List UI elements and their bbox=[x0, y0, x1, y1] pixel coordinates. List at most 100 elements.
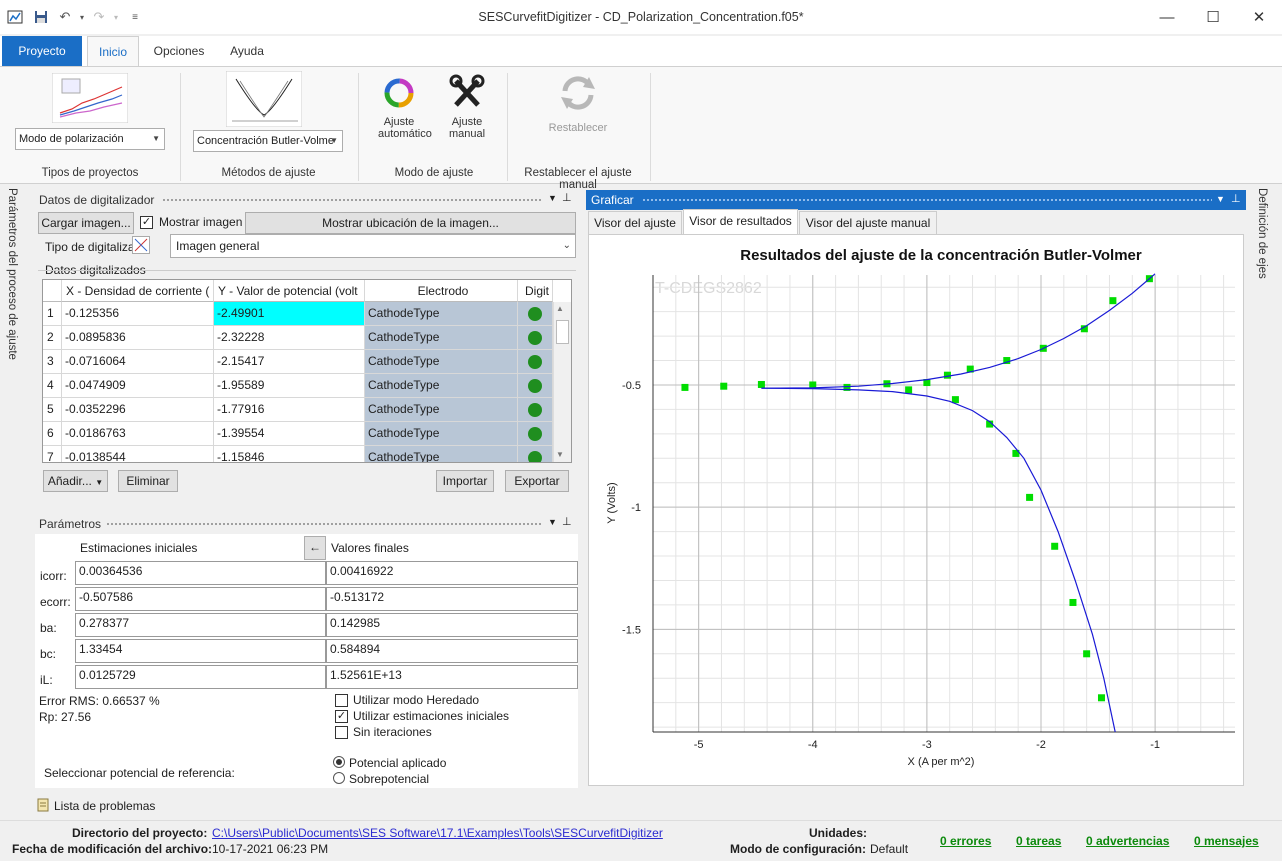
param-initial-input[interactable]: 0.00364536 bbox=[75, 561, 326, 585]
pin-icon[interactable]: ⊥ bbox=[562, 191, 572, 204]
delete-button[interactable]: Eliminar bbox=[118, 470, 178, 492]
col-header-digit[interactable]: Digit bbox=[518, 280, 553, 302]
tab-manual-fit-viewer[interactable]: Visor del ajuste manual bbox=[799, 211, 937, 235]
maximize-button[interactable]: ☐ bbox=[1190, 0, 1236, 34]
problems-list-tab[interactable]: Lista de problemas bbox=[54, 799, 155, 813]
cell-x-value[interactable]: -0.0352296 bbox=[62, 398, 214, 422]
cell-y-value[interactable]: -1.39554 bbox=[214, 422, 365, 446]
show-image-checkbox[interactable]: ✓ bbox=[140, 216, 153, 229]
scroll-up-icon[interactable]: ▲ bbox=[556, 304, 564, 313]
crosshair-icon[interactable] bbox=[132, 236, 150, 254]
tab-inicio[interactable]: Inicio bbox=[87, 36, 139, 66]
digitize-point-icon[interactable] bbox=[528, 355, 542, 369]
cell-electrode[interactable]: CathodeType bbox=[365, 326, 518, 350]
pin-icon[interactable]: ⊥ bbox=[562, 515, 572, 528]
load-image-button[interactable]: Cargar imagen... bbox=[38, 212, 134, 234]
cell-y-value[interactable]: -2.49901 bbox=[214, 302, 365, 326]
export-button[interactable]: Exportar bbox=[505, 470, 569, 492]
add-dropdown-button[interactable]: Añadir... ▼ bbox=[43, 470, 108, 492]
project-dir-link[interactable]: C:\Users\Public\Documents\SES Software\1… bbox=[212, 826, 663, 840]
inherit-mode-checkbox[interactable] bbox=[335, 694, 348, 707]
scroll-thumb[interactable] bbox=[556, 320, 569, 344]
cell-x-value[interactable]: -0.0474909 bbox=[62, 374, 214, 398]
cell-y-value[interactable]: -1.77916 bbox=[214, 398, 365, 422]
cell-digit[interactable] bbox=[518, 398, 553, 422]
digitize-type-select[interactable]: Imagen general ⌄ bbox=[170, 234, 576, 258]
cell-y-value[interactable]: -2.15417 bbox=[214, 350, 365, 374]
cell-y-value[interactable]: -1.15846 bbox=[214, 446, 365, 462]
tab-opciones[interactable]: Opciones bbox=[150, 36, 208, 66]
digitize-point-icon[interactable] bbox=[528, 451, 542, 462]
butler-volmer-thumbnail[interactable] bbox=[225, 70, 303, 128]
copy-final-to-initial-button[interactable]: ← bbox=[304, 536, 326, 560]
fit-method-select[interactable]: Concentración Butler-Volme ▼ bbox=[193, 130, 343, 152]
cell-electrode[interactable]: CathodeType bbox=[365, 446, 518, 462]
row-number[interactable]: 5 bbox=[43, 398, 62, 422]
scroll-down-icon[interactable]: ▼ bbox=[556, 450, 564, 459]
close-button[interactable]: ✕ bbox=[1236, 0, 1282, 34]
row-number[interactable]: 4 bbox=[43, 374, 62, 398]
cell-digit[interactable] bbox=[518, 350, 553, 374]
digitized-data-grid[interactable]: X - Densidad de corriente ( Y - Valor de… bbox=[42, 279, 572, 463]
cell-x-value[interactable]: -0.125356 bbox=[62, 302, 214, 326]
cell-digit[interactable] bbox=[518, 374, 553, 398]
row-number[interactable]: 7 bbox=[43, 446, 62, 462]
cell-electrode[interactable]: CathodeType bbox=[365, 422, 518, 446]
panel-menu-icon[interactable]: ▼ bbox=[548, 193, 557, 203]
cell-digit[interactable] bbox=[518, 422, 553, 446]
left-side-tab[interactable]: Parámetros del proceso de ajuste bbox=[6, 188, 18, 368]
tab-fit-viewer[interactable]: Visor del ajuste bbox=[588, 211, 682, 235]
no-iterations-checkbox[interactable] bbox=[335, 726, 348, 739]
grid-scrollbar[interactable]: ▲ ▼ bbox=[553, 302, 571, 462]
param-initial-input[interactable]: 0.0125729 bbox=[75, 665, 326, 689]
messages-count-link[interactable]: 0 mensajes bbox=[1194, 834, 1259, 848]
cell-x-value[interactable]: -0.0716064 bbox=[62, 350, 214, 374]
results-chart[interactable]: T-CDEGS2862 -5 -4 -3 -2 -1 -0.5 -1 -1.5 Resultado… bbox=[589, 235, 1243, 785]
errors-count-link[interactable]: 0 errores bbox=[940, 834, 991, 848]
row-number[interactable]: 6 bbox=[43, 422, 62, 446]
digitize-point-icon[interactable] bbox=[528, 379, 542, 393]
digitize-point-icon[interactable] bbox=[528, 403, 542, 417]
tab-ayuda[interactable]: Ayuda bbox=[220, 36, 274, 66]
cell-x-value[interactable]: -0.0186763 bbox=[62, 422, 214, 446]
warnings-count-link[interactable]: 0 advertencias bbox=[1086, 834, 1169, 848]
minimize-button[interactable]: — bbox=[1144, 0, 1190, 34]
row-number[interactable]: 3 bbox=[43, 350, 62, 374]
show-image-location-button[interactable]: Mostrar ubicación de la imagen... bbox=[245, 212, 576, 234]
polarization-mode-thumbnail[interactable] bbox=[51, 72, 129, 124]
col-header-x[interactable]: X - Densidad de corriente ( bbox=[62, 280, 214, 302]
col-header-y[interactable]: Y - Valor de potencial (volt bbox=[214, 280, 365, 302]
cell-electrode[interactable]: CathodeType bbox=[365, 350, 518, 374]
panel-menu-icon[interactable]: ▼ bbox=[548, 517, 557, 527]
project-type-select[interactable]: Modo de polarización ▼ bbox=[15, 128, 165, 150]
cell-y-value[interactable]: -1.95589 bbox=[214, 374, 365, 398]
row-number[interactable]: 2 bbox=[43, 326, 62, 350]
panel-menu-icon[interactable]: ▼ bbox=[1216, 194, 1225, 204]
manual-fit-button[interactable]: Ajuste manual bbox=[446, 73, 488, 153]
cell-x-value[interactable]: -0.0895836 bbox=[62, 326, 214, 350]
cell-x-value[interactable]: -0.0138544 bbox=[62, 446, 214, 462]
pin-icon[interactable]: ⊥ bbox=[1231, 192, 1241, 205]
digitize-point-icon[interactable] bbox=[528, 427, 542, 441]
import-button[interactable]: Importar bbox=[436, 470, 494, 492]
col-header-electrode[interactable]: Electrodo bbox=[365, 280, 518, 302]
auto-fit-button[interactable]: Ajuste automático bbox=[378, 73, 432, 153]
cell-electrode[interactable]: CathodeType bbox=[365, 302, 518, 326]
cell-electrode[interactable]: CathodeType bbox=[365, 398, 518, 422]
param-initial-input[interactable]: 1.33454 bbox=[75, 639, 326, 663]
param-initial-input[interactable]: -0.507586 bbox=[75, 587, 326, 611]
right-side-tab[interactable]: Definición de ejes bbox=[1256, 188, 1268, 288]
digitize-point-icon[interactable] bbox=[528, 331, 542, 345]
reset-button[interactable]: Restablecer bbox=[545, 73, 611, 143]
digitize-point-icon[interactable] bbox=[528, 307, 542, 321]
cell-y-value[interactable]: -2.32228 bbox=[214, 326, 365, 350]
tasks-count-link[interactable]: 0 tareas bbox=[1016, 834, 1061, 848]
applied-potential-radio[interactable] bbox=[333, 756, 345, 768]
cell-digit[interactable] bbox=[518, 326, 553, 350]
param-initial-input[interactable]: 0.278377 bbox=[75, 613, 326, 637]
cell-electrode[interactable]: CathodeType bbox=[365, 374, 518, 398]
overpotential-radio[interactable] bbox=[333, 772, 345, 784]
tab-results-viewer[interactable]: Visor de resultados bbox=[683, 209, 798, 235]
cell-digit[interactable] bbox=[518, 446, 553, 462]
use-initial-estimates-checkbox[interactable]: ✓ bbox=[335, 710, 348, 723]
